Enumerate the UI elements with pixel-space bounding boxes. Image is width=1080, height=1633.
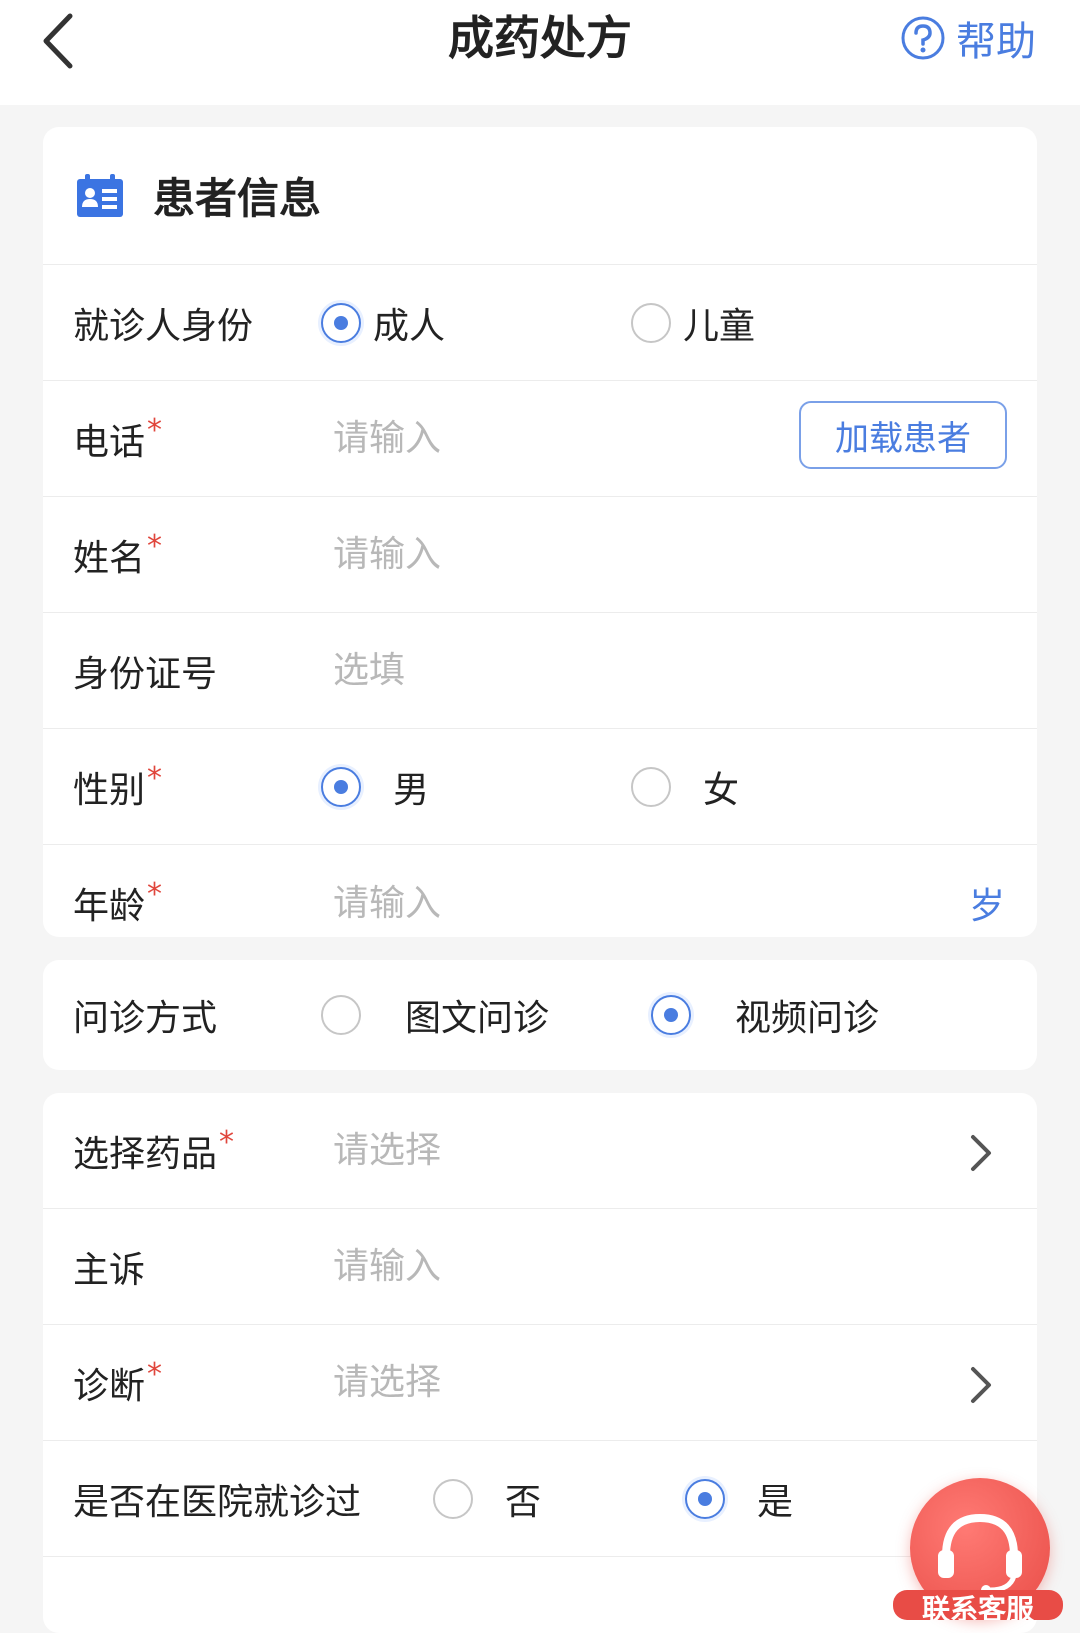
age-unit: 岁 [968, 886, 1005, 927]
radio-female-label: 女 [703, 769, 740, 811]
radio-text-consult-indicator [321, 995, 361, 1035]
age-label: 年龄* [73, 877, 162, 929]
radio-male[interactable]: 男 [321, 761, 429, 813]
identity-label: 就诊人身份 [73, 305, 254, 347]
drug-select[interactable] [333, 1130, 753, 1171]
consult-method-label: 问诊方式 [73, 998, 218, 1039]
radio-male-indicator [321, 766, 361, 807]
radio-text-consult[interactable]: 图文问诊 [321, 989, 549, 1041]
drug-label: 选择药品* [73, 1125, 234, 1177]
age-row: 年龄* 岁 [43, 845, 1037, 937]
phone-label-text: 电话 [73, 421, 146, 463]
name-label: 姓名* [73, 529, 162, 581]
name-row: 姓名* [43, 497, 1037, 613]
required-mark: * [147, 760, 163, 796]
patient-info-card: 患者信息 就诊人身份 成人 儿童 电话* 加载患者 姓名* 身份证号 性别* 男 [43, 127, 1037, 937]
id-card-icon [77, 173, 123, 217]
diagnosis-label: 诊断* [73, 1357, 162, 1409]
required-mark: * [147, 877, 163, 912]
required-mark: * [147, 412, 163, 448]
radio-adult-indicator [321, 302, 361, 343]
complaint-row: 主诉 [43, 1209, 1037, 1325]
radio-child[interactable]: 儿童 [631, 297, 755, 349]
radio-female-indicator [631, 766, 671, 807]
radio-adult-label: 成人 [373, 305, 446, 347]
phone-row: 电话* 加载患者 [43, 381, 1037, 497]
radio-visited-yes[interactable]: 是 [685, 1473, 793, 1525]
radio-video-consult-indicator [651, 995, 691, 1035]
id-number-row: 身份证号 [43, 613, 1037, 729]
age-label-text: 年龄 [73, 886, 146, 927]
visited-label: 是否在医院就诊过 [73, 1481, 362, 1523]
diagnosis-select[interactable] [333, 1362, 753, 1403]
age-input[interactable] [333, 882, 753, 924]
phone-input[interactable] [333, 418, 753, 459]
top-bar: 成药处方 帮助 [0, 0, 1080, 105]
radio-visited-yes-label: 是 [757, 1481, 794, 1523]
required-mark: * [219, 1124, 235, 1160]
required-mark: * [147, 528, 163, 564]
patient-info-header: 患者信息 [43, 127, 1037, 265]
help-button[interactable]: 帮助 [900, 8, 1036, 68]
phone-label: 电话* [73, 413, 162, 465]
gender-label: 性别* [73, 761, 162, 813]
help-label: 帮助 [956, 19, 1036, 65]
radio-visited-no-indicator [433, 1478, 473, 1519]
radio-female[interactable]: 女 [631, 761, 739, 813]
load-patient-button[interactable]: 加载患者 [799, 401, 1007, 469]
drug-label-text: 选择药品 [73, 1133, 218, 1175]
complaint-label: 主诉 [73, 1249, 146, 1291]
name-label-text: 姓名 [73, 537, 146, 579]
chevron-right-icon [971, 1367, 991, 1403]
chevron-right-icon [971, 1135, 991, 1171]
diagnosis-label-text: 诊断 [73, 1365, 146, 1407]
visited-row: 是否在医院就诊过 否 是 [43, 1441, 1037, 1557]
complaint-input[interactable] [333, 1246, 753, 1287]
question-circle-icon [901, 16, 945, 60]
radio-child-label: 儿童 [683, 305, 756, 347]
radio-visited-no-label: 否 [505, 1481, 542, 1523]
customer-service-label[interactable]: 联系客服 [893, 1590, 1063, 1620]
identity-row: 就诊人身份 成人 儿童 [43, 265, 1037, 381]
radio-adult[interactable]: 成人 [321, 297, 445, 349]
id-number-label: 身份证号 [73, 653, 218, 695]
diagnosis-row[interactable]: 诊断* [43, 1325, 1037, 1441]
consult-method-card: 问诊方式 图文问诊 视频问诊 [43, 960, 1037, 1070]
gender-row: 性别* 男 女 [43, 729, 1037, 845]
radio-child-indicator [631, 302, 671, 343]
drug-row[interactable]: 选择药品* [43, 1093, 1037, 1209]
radio-visited-yes-indicator [685, 1478, 725, 1519]
radio-video-consult-label: 视频问诊 [735, 998, 880, 1039]
consult-method-row: 问诊方式 图文问诊 视频问诊 [43, 960, 1037, 1070]
name-input[interactable] [333, 534, 753, 575]
radio-video-consult[interactable]: 视频问诊 [651, 989, 879, 1041]
radio-text-consult-label: 图文问诊 [405, 998, 550, 1039]
patient-info-title: 患者信息 [153, 174, 322, 223]
required-mark: * [147, 1356, 163, 1392]
radio-male-label: 男 [393, 769, 430, 811]
radio-visited-no[interactable]: 否 [433, 1473, 541, 1525]
id-number-input[interactable] [333, 650, 753, 691]
gender-label-text: 性别 [73, 769, 146, 811]
prescription-card: 选择药品* 主诉 诊断* 是否在医院就诊过 否 是 [43, 1093, 1037, 1633]
